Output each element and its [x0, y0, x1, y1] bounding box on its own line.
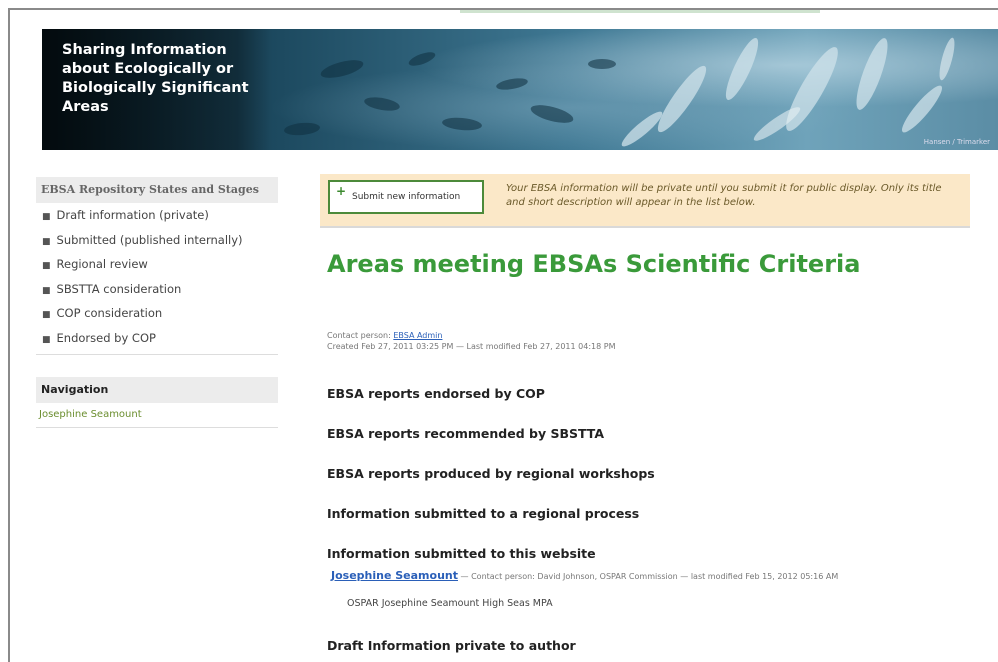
page-title: Areas meeting EBSAs Scientific Criteria [327, 250, 861, 278]
section-endorsed-by-cop: EBSA reports endorsed by COP [327, 386, 545, 401]
submit-new-information-button[interactable]: + Submit new information [328, 180, 484, 214]
bullet-icon: ■ [42, 310, 51, 320]
photo-credit: Hansen / Trimarker [923, 138, 990, 146]
contact-person-link[interactable]: EBSA Admin [393, 331, 442, 340]
state-label: Submitted (published internally) [56, 232, 243, 247]
bullet-icon: ■ [42, 261, 51, 271]
top-divider [460, 10, 820, 13]
portlet-divider [36, 354, 278, 355]
site-title-line-3: Biologically Significant [62, 80, 249, 96]
entry-description: OSPAR Josephine Seamount High Seas MPA [347, 598, 553, 609]
created-modified-line: Created Feb 27, 2011 03:25 PM — Last mod… [327, 342, 616, 351]
bullet-icon: ■ [42, 285, 51, 296]
states-list: ■ Draft information (private) ■ Submitted … [36, 203, 278, 350]
navigation-portlet: Navigation Josephine Seamount [36, 377, 278, 428]
header-banner: Sharing Information about Ecologically o… [42, 29, 998, 150]
entry-meta: — Contact person: David Johnson, OSPAR C… [458, 572, 839, 581]
document-byline: Contact person: EBSA Admin Created Feb 2… [327, 330, 615, 352]
section-recommended-by-sbstta: EBSA reports recommended by SBSTTA [327, 426, 605, 441]
submit-button-label: Submit new information [352, 192, 461, 202]
nav-item-josephine-seamount[interactable]: Josephine Seamount [36, 403, 278, 428]
privacy-notice-text: Your EBSA information will be private un… [506, 183, 942, 208]
state-item: ■ COP consideration [36, 301, 278, 326]
add-icon: + [336, 184, 347, 198]
state-label: Endorsed by COP [56, 330, 156, 345]
state-label: Draft information (private) [56, 208, 209, 222]
left-sidebar: EBSA Repository States and Stages ■ Draft… [36, 177, 278, 428]
section-regional-workshops: EBSA reports produced by regional worksh… [327, 466, 655, 481]
contact-line: Contact person: EBSA Admin [327, 330, 615, 341]
bullet-icon: ■ [42, 212, 51, 222]
section-regional-process: Information submitted to a regional proc… [327, 506, 640, 521]
state-item: ■ Endorsed by COP [36, 326, 278, 351]
site-title[interactable]: Sharing Information about Ecologically o… [62, 41, 262, 117]
states-portlet-header: EBSA Repository States and Stages [36, 177, 278, 203]
navigation-header: Navigation [36, 377, 278, 403]
section-draft-private: Draft Information private to author [327, 638, 576, 653]
list-item: Josephine Seamount — Contact person: Dav… [331, 570, 971, 582]
bullet-icon: ■ [42, 334, 51, 345]
contact-label: Contact person: [327, 331, 394, 340]
site-title-line-4: Areas [62, 99, 109, 115]
state-label: COP consideration [56, 306, 163, 320]
state-item: ■ SBSTTA consideration [36, 277, 278, 302]
state-label: SBSTTA consideration [56, 281, 182, 296]
state-item: ■ Regional review [36, 252, 278, 277]
state-item: ■ Submitted (published internally) [36, 228, 278, 253]
state-item: ■ Draft information (private) [36, 203, 278, 228]
submit-notice: + Submit new information Your EBSA infor… [320, 174, 970, 228]
state-label: Regional review [56, 257, 148, 271]
site-title-line-1: Sharing Information [62, 42, 227, 58]
bullet-icon: ■ [42, 236, 51, 247]
section-submitted-to-website: Information submitted to this website [327, 546, 596, 561]
entry-title-link[interactable]: Josephine Seamount [331, 569, 458, 582]
site-title-line-2: about Ecologically or [62, 61, 234, 77]
